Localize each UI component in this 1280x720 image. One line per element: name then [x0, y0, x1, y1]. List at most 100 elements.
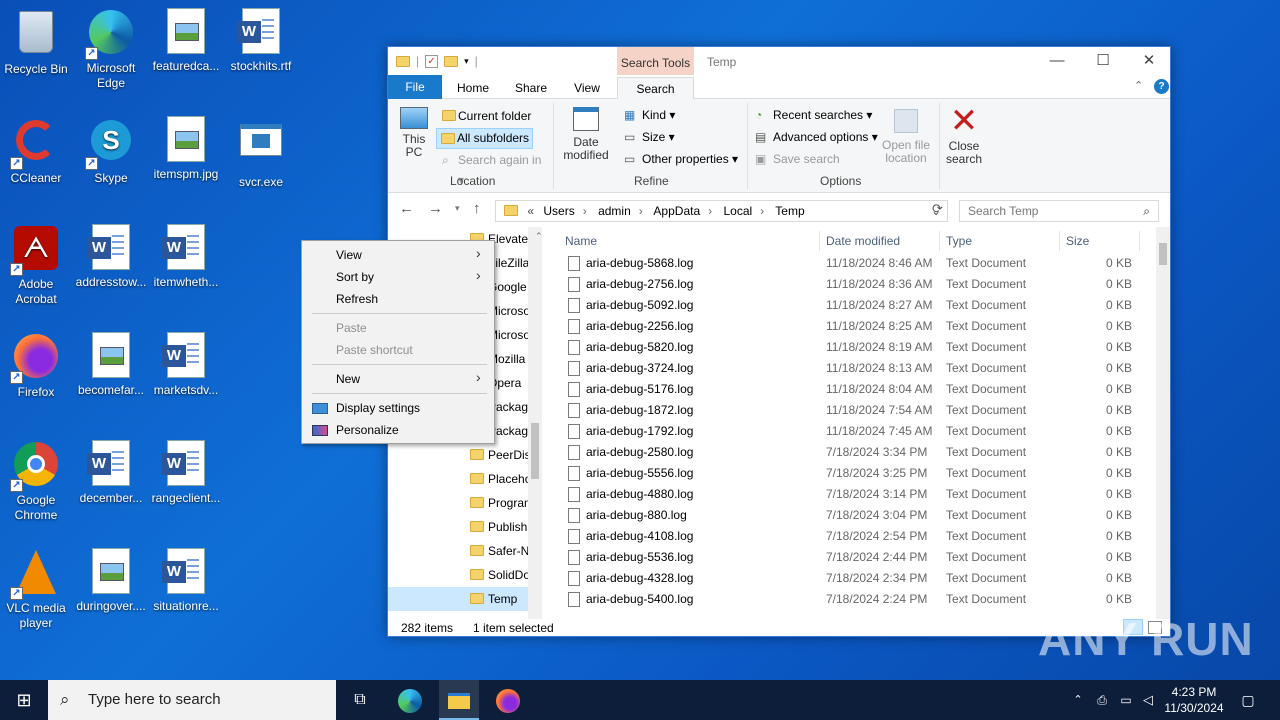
- nav-item[interactable]: Safer-N: [388, 539, 542, 563]
- overflow-chevron-icon[interactable]: «: [527, 204, 534, 218]
- maximize-button[interactable]: ☐: [1088, 51, 1118, 71]
- properties-icon[interactable]: ✓: [425, 54, 439, 68]
- nav-item[interactable]: Program: [388, 491, 542, 515]
- taskbar-search-box[interactable]: ⌕ Type here to search: [48, 680, 336, 720]
- file-row[interactable]: aria-debug-2756.log 11/18/2024 8:36 AM Tex…: [551, 274, 1156, 295]
- tab-home[interactable]: Home: [448, 77, 498, 99]
- title-bar[interactable]: | ✓ ▾ | Search Tools Temp — ☐ ✕: [388, 47, 1170, 75]
- desktop-icon-marketsdv[interactable]: Wmarketsdv...: [150, 332, 222, 398]
- breadcrumb-admin[interactable]: admin: [598, 204, 631, 218]
- search-input[interactable]: Search Temp ⌕: [959, 200, 1159, 222]
- file-list-scrollbar[interactable]: [1156, 227, 1170, 619]
- collapse-ribbon-icon[interactable]: ⌃: [1134, 79, 1143, 92]
- desktop-icon-ccleaner[interactable]: ↗ CCleaner: [0, 116, 72, 186]
- desktop-icon-svcr[interactable]: svcr.exe: [225, 116, 297, 190]
- file-row[interactable]: aria-debug-880.log 7/18/2024 3:04 PM Text …: [551, 505, 1156, 526]
- file-row[interactable]: aria-debug-4108.log 7/18/2024 2:54 PM Text…: [551, 526, 1156, 547]
- nav-scrollbar-thumb[interactable]: [531, 423, 539, 479]
- minimize-button[interactable]: —: [1042, 51, 1072, 71]
- search-again-button[interactable]: ⌕ Search again in ▾: [438, 150, 548, 187]
- tab-search[interactable]: Search: [617, 77, 694, 100]
- device-icon[interactable]: ⎙: [1092, 680, 1112, 720]
- desktop-icon-skype[interactable]: S ↗ Skype: [75, 116, 147, 186]
- file-row[interactable]: aria-debug-3724.log 11/18/2024 8:13 AM Tex…: [551, 358, 1156, 379]
- file-row[interactable]: aria-debug-5556.log 7/18/2024 3:25 PM Text…: [551, 463, 1156, 484]
- breadcrumb-temp[interactable]: Temp: [775, 204, 804, 218]
- file-row[interactable]: aria-debug-5176.log 11/18/2024 8:04 AM Tex…: [551, 379, 1156, 400]
- this-pc-button[interactable]: This PC: [397, 107, 431, 159]
- desktop-icon-rangeclient[interactable]: Wrangeclient...: [150, 440, 222, 506]
- back-arrow-icon[interactable]: ←: [399, 200, 414, 217]
- menu-item-view[interactable]: View: [336, 245, 362, 265]
- desktop-icon-recycle-bin[interactable]: Recycle Bin: [0, 8, 72, 77]
- file-row[interactable]: aria-debug-4328.log 7/18/2024 2:34 PM Text…: [551, 568, 1156, 589]
- nav-item[interactable]: PeerDist: [388, 443, 542, 467]
- clock[interactable]: 4:23 PM 11/30/2024: [1160, 684, 1228, 716]
- network-icon[interactable]: ▭: [1116, 680, 1136, 720]
- forward-arrow-icon[interactable]: →: [428, 200, 443, 217]
- file-explorer-taskbar-icon[interactable]: [439, 680, 479, 720]
- nav-scrollbar[interactable]: ⌃: [528, 227, 543, 619]
- menu-item-display-settings[interactable]: Display settings: [336, 398, 420, 418]
- tab-file[interactable]: File: [388, 75, 442, 99]
- menu-item-personalize[interactable]: Personalize: [336, 420, 399, 440]
- all-subfolders-button[interactable]: All subfolders: [436, 128, 533, 149]
- file-list-scrollbar-thumb[interactable]: [1159, 243, 1167, 265]
- close-window-button[interactable]: ✕: [1134, 51, 1164, 71]
- column-date-modified[interactable]: Date modified: [826, 234, 900, 248]
- column-type[interactable]: Type: [946, 234, 972, 248]
- desktop-icon-duringover[interactable]: duringover....: [75, 548, 147, 614]
- column-name[interactable]: Name: [565, 234, 597, 248]
- desktop-icon-becomefar[interactable]: becomefar...: [75, 332, 147, 398]
- desktop-icon-itemwheth[interactable]: Witemwheth...: [150, 224, 222, 290]
- desktop-icon-vlc-media-player[interactable]: ↗ VLC media player: [0, 548, 72, 631]
- file-row[interactable]: aria-debug-5536.log 7/18/2024 2:44 PM Text…: [551, 547, 1156, 568]
- refresh-icon[interactable]: ⟳: [932, 201, 943, 217]
- file-row[interactable]: aria-debug-2256.log 11/18/2024 8:25 AM Tex…: [551, 316, 1156, 337]
- recent-locations-icon[interactable]: ▾: [455, 203, 460, 214]
- close-search-button[interactable]: ✕ Close search: [944, 104, 984, 166]
- size-button[interactable]: ▭ Size ▾: [624, 130, 675, 144]
- start-button[interactable]: ⊞: [0, 680, 48, 720]
- desktop-icon-december[interactable]: Wdecember...: [75, 440, 147, 506]
- up-arrow-icon[interactable]: ↑: [473, 200, 481, 217]
- nav-item[interactable]: Temp: [388, 587, 542, 611]
- desktop-icon-adobe-acrobat[interactable]: ᗅ ↗ Adobe Acrobat: [0, 224, 72, 307]
- desktop-icon-itemspm[interactable]: itemspm.jpg: [150, 116, 222, 182]
- column-size[interactable]: Size: [1066, 234, 1089, 248]
- tab-share[interactable]: Share: [506, 77, 556, 99]
- current-folder-button[interactable]: Current folder: [438, 106, 534, 126]
- file-row[interactable]: aria-debug-1792.log 11/18/2024 7:45 AM Tex…: [551, 421, 1156, 442]
- edge-taskbar-icon[interactable]: [390, 680, 430, 720]
- file-row[interactable]: aria-debug-5092.log 11/18/2024 8:27 AM Tex…: [551, 295, 1156, 316]
- customize-toolbar-icon[interactable]: ▾: [464, 56, 469, 67]
- firefox-taskbar-icon[interactable]: [488, 680, 528, 720]
- desktop-icon-addresstow[interactable]: Waddresstow...: [75, 224, 147, 290]
- nav-item[interactable]: Publish: [388, 515, 542, 539]
- date-modified-button[interactable]: Date modified: [560, 107, 612, 162]
- file-row[interactable]: aria-debug-5400.log 7/18/2024 2:24 PM Text…: [551, 589, 1156, 610]
- menu-item-paste-shortcut[interactable]: Paste shortcut: [336, 340, 413, 360]
- menu-item-sort-by[interactable]: Sort by: [336, 267, 374, 287]
- notifications-icon[interactable]: ▢: [1236, 680, 1260, 720]
- kind-button[interactable]: ▦ Kind ▾: [624, 108, 675, 122]
- desktop-icon-featuredca[interactable]: featuredca...: [150, 8, 222, 74]
- advanced-options-button[interactable]: ▤ Advanced options ▾: [755, 130, 878, 144]
- breadcrumb-local[interactable]: Local: [723, 204, 752, 218]
- other-properties-button[interactable]: ▭ Other properties ▾: [624, 152, 738, 166]
- file-row[interactable]: aria-debug-5868.log 11/18/2024 8:46 AM Tex…: [551, 253, 1156, 274]
- desktop-icon-google-chrome[interactable]: ↗ Google Chrome: [0, 440, 72, 523]
- tab-view[interactable]: View: [564, 77, 610, 99]
- file-row[interactable]: aria-debug-4880.log 7/18/2024 3:14 PM Text…: [551, 484, 1156, 505]
- save-search-button[interactable]: ▣ Save search: [755, 152, 840, 166]
- desktop-icon-firefox[interactable]: ↗ Firefox: [0, 332, 72, 400]
- open-file-location-button[interactable]: Open file location: [876, 109, 936, 165]
- task-view-icon[interactable]: ⧉: [340, 680, 380, 720]
- desktop-icon-stockhits[interactable]: Wstockhits.rtf: [225, 8, 297, 74]
- file-row[interactable]: aria-debug-1872.log 11/18/2024 7:54 AM Tex…: [551, 400, 1156, 421]
- help-icon[interactable]: ?: [1154, 79, 1169, 94]
- desktop-icon-microsoft-edge[interactable]: ↗ Microsoft Edge: [75, 8, 147, 91]
- menu-item-new[interactable]: New: [336, 369, 360, 389]
- recent-searches-button[interactable]: ◔ Recent searches ▾: [755, 108, 872, 122]
- nav-item[interactable]: Placeho: [388, 467, 542, 491]
